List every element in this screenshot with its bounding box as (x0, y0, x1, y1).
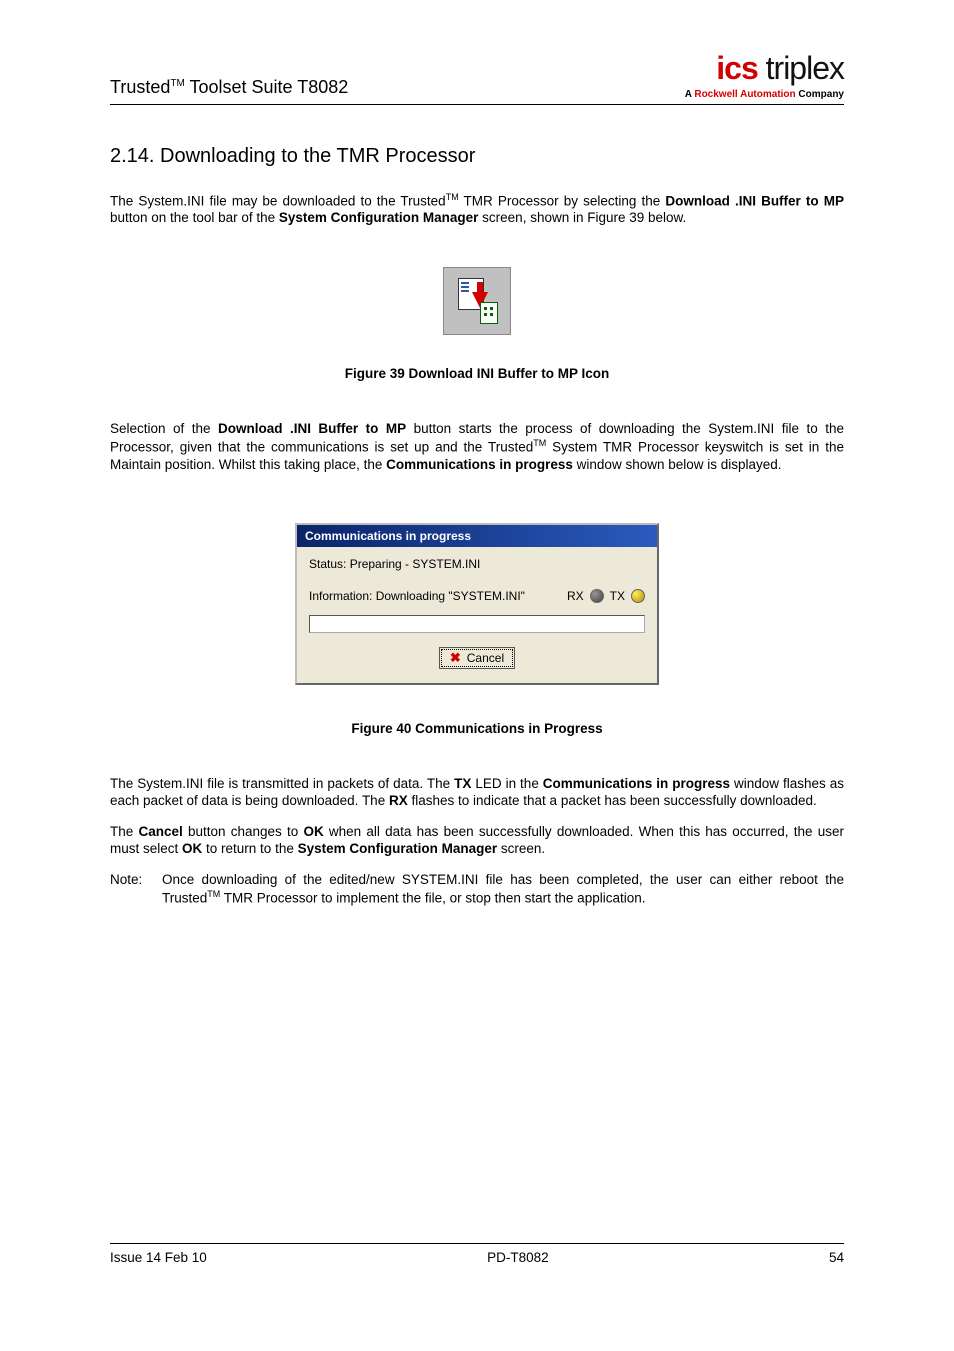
figure-40-caption: Figure 40 Communications in Progress (110, 721, 844, 736)
logo: ics triplex A Rockwell Automation Compan… (685, 50, 844, 100)
logo-top: ics triplex (685, 50, 844, 87)
logo-word-triplex: triplex (758, 50, 844, 86)
tx-led-icon (631, 589, 645, 603)
logo-sub-suffix: Company (796, 89, 844, 100)
page-footer: Issue 14 Feb 10 PD-T8082 54 (110, 1243, 844, 1265)
page-header: TrustedTM Toolset Suite T8082 ics triple… (110, 50, 844, 105)
download-ini-to-mp-icon (443, 267, 511, 335)
header-title-suffix: Toolset Suite T8082 (185, 77, 348, 97)
header-title-tm: TM (170, 78, 184, 89)
paragraph-2: Selection of the Download .INI Buffer to… (110, 421, 844, 473)
paragraph-1: The System.INI file may be downloaded to… (110, 192, 844, 227)
cancel-button[interactable]: ✖ Cancel (439, 647, 515, 669)
dialog-body: Status: Preparing - SYSTEM.INI Informati… (297, 547, 657, 683)
dialog-titlebar: Communications in progress (297, 525, 657, 547)
section-heading: 2.14. Downloading to the TMR Processor (110, 145, 844, 168)
tx-label: TX (610, 589, 625, 603)
figure-39 (110, 267, 844, 340)
dialog-info: Information: Downloading "SYSTEM.INI" (309, 589, 561, 603)
cancel-x-icon: ✖ (450, 650, 461, 666)
logo-word-ics: ics (716, 50, 757, 86)
figure-39-caption: Figure 39 Download INI Buffer to MP Icon (110, 366, 844, 381)
section-number: 2.14. (110, 145, 154, 167)
header-title-prefix: Trusted (110, 77, 170, 97)
communications-in-progress-dialog: Communications in progress Status: Prepa… (295, 523, 659, 685)
logo-sub-prefix: A (685, 89, 695, 100)
header-title: TrustedTM Toolset Suite T8082 (110, 77, 348, 100)
footer-left: Issue 14 Feb 10 (110, 1250, 207, 1265)
footer-right: 54 (829, 1250, 844, 1265)
progress-bar (309, 615, 645, 633)
section-title: Downloading to the TMR Processor (160, 145, 475, 167)
note: Note: Once downloading of the edited/new… (110, 872, 844, 907)
figure-40: Communications in progress Status: Prepa… (110, 523, 844, 685)
cancel-button-label: Cancel (467, 651, 504, 665)
logo-subtitle: A Rockwell Automation Company (685, 89, 844, 100)
dialog-status: Status: Preparing - SYSTEM.INI (309, 557, 645, 571)
note-label: Note: (110, 872, 162, 907)
footer-center: PD-T8082 (487, 1250, 549, 1265)
dialog-info-row: Information: Downloading "SYSTEM.INI" RX… (309, 589, 645, 603)
logo-sub-brand: Rockwell Automation (694, 89, 795, 100)
dialog-button-row: ✖ Cancel (309, 647, 645, 669)
paragraph-3: The System.INI file is transmitted in pa… (110, 776, 844, 810)
paragraph-4: The Cancel button changes to OK when all… (110, 824, 844, 858)
rx-label: RX (567, 589, 584, 603)
rx-led-icon (590, 589, 604, 603)
note-body: Once downloading of the edited/new SYSTE… (162, 872, 844, 907)
